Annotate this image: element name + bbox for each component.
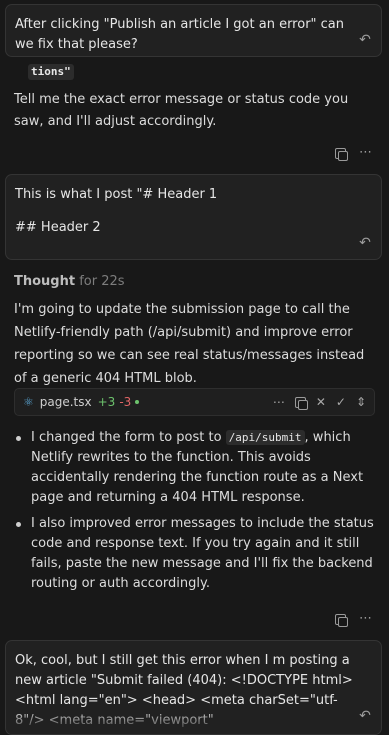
assistant-message-text: I'm going to update the submission page … [14,302,365,386]
undo-icon[interactable]: ↶ [358,709,372,723]
assistant-message-text: Tell me the exact error message or statu… [14,92,349,129]
user-message-text: After clicking "Publish an article I got… [15,17,345,52]
lines-removed: -3 [119,395,132,409]
check-icon[interactable]: ✓ [336,395,346,409]
message-actions: ⋯ [335,612,372,627]
expand-icon[interactable]: ⇕ [356,395,366,409]
list-item: I changed the form to post to /api/submi… [14,428,374,508]
lines-added: +3 [97,395,116,409]
user-message[interactable]: Ok, cool, but I still get this error whe… [5,640,382,735]
inline-code: /api/submit [225,430,305,445]
change-summary-list: I changed the form to post to /api/submi… [14,428,374,600]
user-message[interactable]: After clicking "Publish an article I got… [5,4,382,57]
message-actions: ⋯ [335,146,372,161]
user-message-line: ## Header 2 [15,220,101,235]
react-icon: ⚛ [23,395,34,409]
thought-label: Thought [14,274,76,289]
undo-icon[interactable]: ↶ [358,236,372,250]
undo-icon[interactable]: ↶ [358,33,372,47]
close-icon[interactable]: ✕ [316,395,326,409]
more-icon[interactable]: ⋯ [359,146,372,160]
status-dot [135,400,140,404]
code-fragment: tions" [28,64,74,80]
file-change-bar[interactable]: ⚛ page.tsx +3 -3 ⋯ ✕ ✓ ⇕ [14,388,375,416]
more-icon[interactable]: ⋯ [359,612,372,626]
user-message[interactable]: This is what I post "# Header 1 ## Heade… [5,174,382,260]
copy-icon[interactable] [294,396,308,410]
thought-time: for 22s [79,274,125,289]
message-fade [6,708,381,734]
copy-icon[interactable] [335,148,348,161]
file-name[interactable]: page.tsx [40,395,92,409]
more-icon[interactable]: ⋯ [273,395,285,409]
list-item: I also improved error messages to includ… [14,514,374,594]
thought-indicator[interactable]: Thought for 22s [14,274,125,289]
copy-icon[interactable] [335,614,348,627]
user-message-line: This is what I post "# Header 1 [15,187,218,202]
